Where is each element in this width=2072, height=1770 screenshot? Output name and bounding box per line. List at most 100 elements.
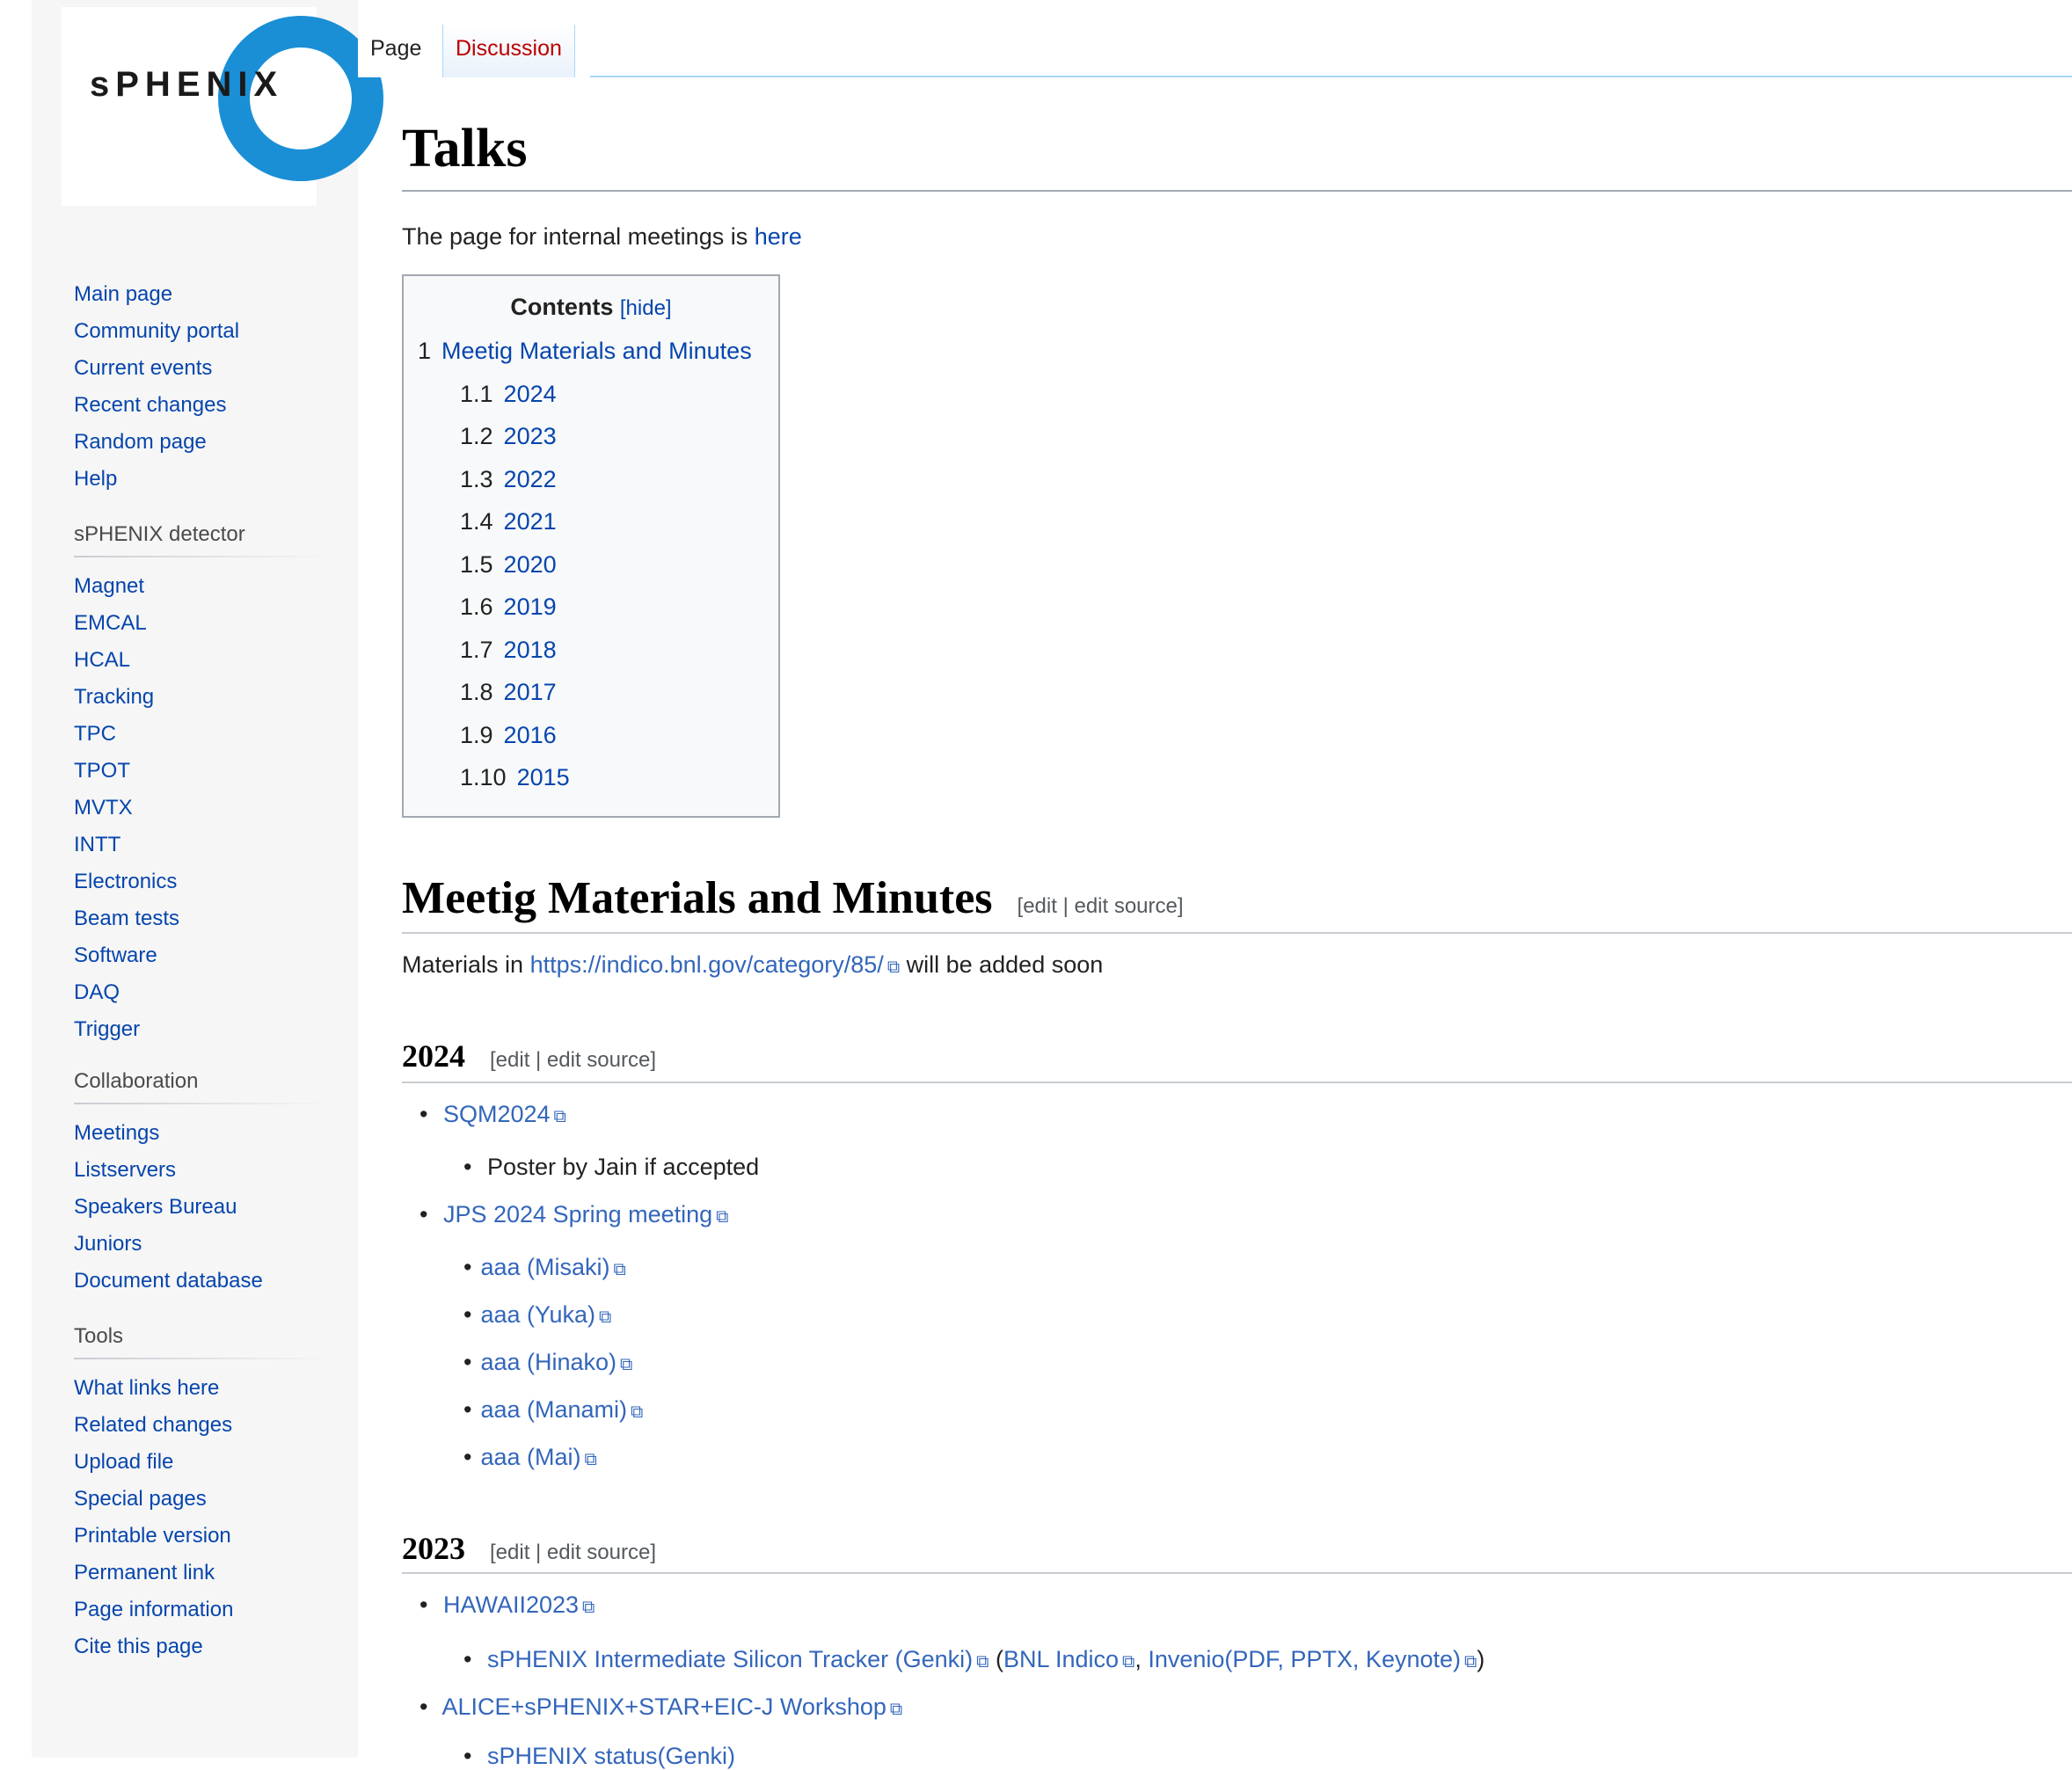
sidebar-item-cite-this-page[interactable]: Cite this page (74, 1628, 329, 1665)
sidebar-item-meetings[interactable]: Meetings (74, 1115, 329, 1152)
portal-heading-tools: Tools (74, 1324, 329, 1359)
talk-link[interactable]: aaa (Manami) (480, 1396, 627, 1423)
sidebar-item-special-pages[interactable]: Special pages (74, 1481, 329, 1518)
sidebar-item-permanent-link[interactable]: Permanent link (74, 1555, 329, 1592)
sidebar-item-recent-changes[interactable]: Recent changes (74, 387, 329, 424)
portal-navigation: Main page Community portal Current events R… (74, 276, 329, 498)
intro-paragraph: The page for internal meetings is here (402, 223, 802, 251)
toc-link[interactable]: 2017 (504, 679, 557, 705)
talk-link[interactable]: aaa (Misaki) (480, 1254, 609, 1280)
sidebar-item-current-events[interactable]: Current events (74, 350, 329, 387)
portal-collaboration: Collaboration Meetings Listservers Speaker… (74, 1069, 329, 1300)
sphenix-status-link[interactable]: sPHENIX status(Genki) (487, 1743, 735, 1769)
toc-title: Contents [hide] (404, 294, 778, 321)
tab-page[interactable]: Page (358, 25, 434, 77)
toc-link[interactable]: 2015 (517, 764, 570, 790)
sidebar-item-main-page[interactable]: Main page (74, 276, 329, 313)
hawaii2023-link[interactable]: HAWAII2023 (443, 1592, 579, 1618)
toc-number: 1.1 (460, 380, 493, 407)
bnl-indico-link[interactable]: BNL Indico (1003, 1646, 1119, 1672)
toc-hide-toggle[interactable]: [hide] (620, 296, 672, 320)
list-item: HAWAII2023⧉ (420, 1592, 595, 1619)
invenio-link[interactable]: Invenio(PDF, PPTX, Keynote) (1148, 1646, 1461, 1672)
sidebar-item-document-database[interactable]: Document database (74, 1263, 329, 1300)
section-heading-text: Meetig Materials and Minutes (402, 873, 993, 923)
heading-2024-text: 2024 (402, 1038, 465, 1074)
tab-discussion[interactable]: Discussion (442, 25, 575, 77)
toc-link[interactable]: Meetig Materials and Minutes (441, 338, 752, 364)
toc-link[interactable]: 2023 (504, 423, 557, 449)
sidebar-item-daq[interactable]: DAQ (74, 974, 329, 1011)
list-item: ALICE+sPHENIX+STAR+EIC-J Workshop⧉ (420, 1694, 902, 1721)
toc-item[interactable]: 1.8 2017 (460, 679, 557, 706)
toc-item[interactable]: 1.3 2022 (460, 466, 557, 493)
sidebar-item-tpot[interactable]: TPOT (74, 753, 329, 790)
sidebar-item-page-information[interactable]: Page information (74, 1592, 329, 1628)
toc-item[interactable]: 1 Meetig Materials and Minutes (418, 338, 752, 365)
external-link-icon: ⧉ (976, 1652, 989, 1672)
toc-link[interactable]: 2019 (504, 594, 557, 620)
sidebar-item-tpc[interactable]: TPC (74, 716, 329, 753)
sidebar-item-juniors[interactable]: Juniors (74, 1226, 329, 1263)
intro-here-link[interactable]: here (755, 223, 802, 250)
edit-2023-link[interactable]: [edit | edit source] (490, 1541, 656, 1564)
sidebar-item-tracking[interactable]: Tracking (74, 679, 329, 716)
toc-link[interactable]: 2018 (504, 637, 557, 663)
sidebar-item-trigger[interactable]: Trigger (74, 1011, 329, 1048)
sidebar-item-printable-version[interactable]: Printable version (74, 1518, 329, 1555)
toc-link[interactable]: 2022 (504, 466, 557, 492)
sidebar-item-magnet[interactable]: Magnet (74, 568, 329, 605)
external-link-icon: ⧉ (613, 1260, 626, 1279)
alice-workshop-link[interactable]: ALICE+sPHENIX+STAR+EIC-J Workshop (441, 1694, 886, 1720)
sidebar-item-community-portal[interactable]: Community portal (74, 313, 329, 350)
sidebar-item-speakers-bureau[interactable]: Speakers Bureau (74, 1189, 329, 1226)
sidebar-item-listservers[interactable]: Listservers (74, 1152, 329, 1189)
sqm2024-link[interactable]: SQM2024 (443, 1101, 551, 1127)
toc-item[interactable]: 1.1 2024 (460, 381, 557, 408)
toc-number: 1.4 (460, 508, 493, 535)
toc-link[interactable]: 2024 (504, 381, 557, 407)
list-item: SQM2024⧉ (420, 1101, 566, 1128)
intt-genki-link[interactable]: sPHENIX Intermediate Silicon Tracker (Ge… (487, 1646, 973, 1672)
toc-number: 1.8 (460, 679, 493, 705)
edit-2024-link[interactable]: [edit | edit source] (490, 1048, 656, 1072)
toc-link[interactable]: 2020 (504, 551, 557, 578)
materials-paragraph: Materials in https://indico.bnl.gov/cate… (402, 951, 1103, 979)
toc-number: 1.3 (460, 465, 493, 492)
toc-item[interactable]: 1.9 2016 (460, 722, 557, 749)
toc-item[interactable]: 1.4 2021 (460, 508, 557, 535)
indico-category-link[interactable]: https://indico.bnl.gov/category/85/ (530, 951, 884, 978)
toc-item[interactable]: 1.2 2023 (460, 423, 557, 450)
sidebar-item-beam-tests[interactable]: Beam tests (74, 900, 329, 937)
logo[interactable]: sPHENIX (62, 7, 383, 206)
sidebar-item-related-changes[interactable]: Related changes (74, 1407, 329, 1444)
sidebar-item-random-page[interactable]: Random page (74, 424, 329, 461)
sidebar-item-help[interactable]: Help (74, 461, 329, 498)
sidebar-item-software[interactable]: Software (74, 937, 329, 974)
jps-2024-link[interactable]: JPS 2024 Spring meeting (443, 1201, 712, 1227)
materials-suffix: will be added soon (906, 951, 1104, 978)
sidebar-item-intt[interactable]: INTT (74, 827, 329, 863)
toc-link[interactable]: 2016 (504, 722, 557, 748)
section-edit-link[interactable]: [edit | edit source] (1018, 894, 1184, 918)
toc-link[interactable]: 2021 (504, 508, 557, 535)
intro-text: The page for internal meetings is (402, 223, 748, 250)
toc-item[interactable]: 1.10 2015 (460, 764, 570, 791)
toc-item[interactable]: 1.6 2019 (460, 594, 557, 621)
talk-link[interactable]: aaa (Yuka) (480, 1301, 595, 1328)
toc-item[interactable]: 1.7 2018 (460, 637, 557, 664)
toc-item[interactable]: 1.5 2020 (460, 551, 557, 579)
external-link-icon: ⧉ (599, 1307, 612, 1327)
paren-close: ) (1477, 1646, 1485, 1672)
sidebar-item-mvtx[interactable]: MVTX (74, 790, 329, 827)
tab-divider (590, 76, 2072, 77)
sidebar-item-emcal[interactable]: EMCAL (74, 605, 329, 642)
talk-link[interactable]: aaa (Mai) (480, 1444, 580, 1470)
sidebar-item-electronics[interactable]: Electronics (74, 863, 329, 900)
sidebar-item-upload-file[interactable]: Upload file (74, 1444, 329, 1481)
logo-text: sPHENIX (90, 65, 284, 104)
section-divider (402, 932, 2072, 934)
sidebar-item-hcal[interactable]: HCAL (74, 642, 329, 679)
talk-link[interactable]: aaa (Hinako) (480, 1349, 616, 1375)
sidebar-item-what-links-here[interactable]: What links here (74, 1370, 329, 1407)
